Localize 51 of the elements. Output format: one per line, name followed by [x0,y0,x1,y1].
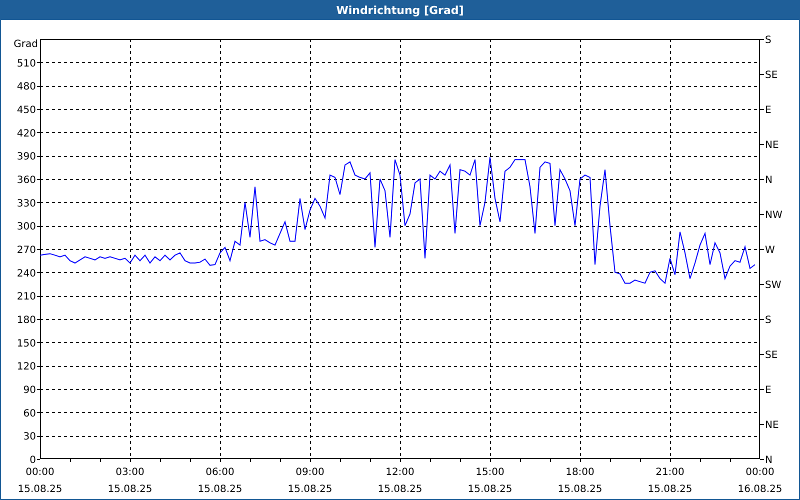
direction-label: NE [765,420,779,431]
y-tick-label: 150 [16,338,36,350]
direction-label: S [765,315,772,326]
x-tick-date: 16.08.25 [738,484,782,495]
direction-label: N [765,175,772,186]
direction-label: SE [765,350,778,361]
x-tick-label: 00:00 [26,467,54,478]
x-tick-date: 15.08.25 [288,484,332,495]
y-tick-label: 210 [16,292,36,303]
y-tick-label: 30 [23,432,36,443]
x-tick-label: 03:00 [116,467,144,478]
direction-label: W [765,245,775,256]
direction-label: NW [765,210,782,221]
y-tick-label: 510 [16,58,36,70]
x-tick-label: 18:00 [566,467,594,478]
x-tick-date: 15.08.25 [648,484,692,495]
direction-label: NE [765,140,779,151]
x-tick-date: 15.08.25 [108,484,152,495]
direction-label: SW [765,280,782,291]
x-tick-date: 15.08.25 [18,484,62,495]
y-tick-label: 240 [16,268,36,280]
x-tick-date: 15.08.25 [378,484,422,495]
x-tick-label: 06:00 [206,467,234,478]
x-tick-label: 09:00 [296,467,324,478]
y-tick-label: 270 [16,245,36,256]
y-tick-label: 450 [16,105,36,116]
y-tick-label: 0 [30,455,36,466]
x-tick-date: 15.08.25 [468,484,512,495]
x-tick-label: 00:00 [746,467,774,478]
y-tick-label: 480 [16,82,36,93]
x-tick-date: 15.08.25 [198,484,242,495]
y-tick-label: 90 [23,385,36,396]
direction-label: E [765,105,772,116]
y-tick-label: 120 [16,362,36,373]
direction-label: E [765,385,772,396]
direction-label: N [765,455,772,466]
x-tick-date: 15.08.25 [558,484,602,495]
direction-label: S [765,35,772,46]
y-tick-label: 420 [16,128,36,140]
window-title: Windrichtung [Grad] [336,4,464,16]
y-tick-label: 360 [16,175,36,186]
y-tick-label: 330 [16,198,36,210]
direction-label: SE [765,70,778,81]
x-tick-label: 21:00 [656,467,684,478]
y-tick-label: 180 [16,315,36,326]
y-axis-label: Grad [14,39,38,50]
x-tick-label: 15:00 [476,467,504,478]
y-tick-label: 60 [23,408,36,420]
x-tick-label: 12:00 [386,467,414,478]
y-tick-label: 390 [16,152,36,163]
y-tick-label: 300 [16,222,36,233]
